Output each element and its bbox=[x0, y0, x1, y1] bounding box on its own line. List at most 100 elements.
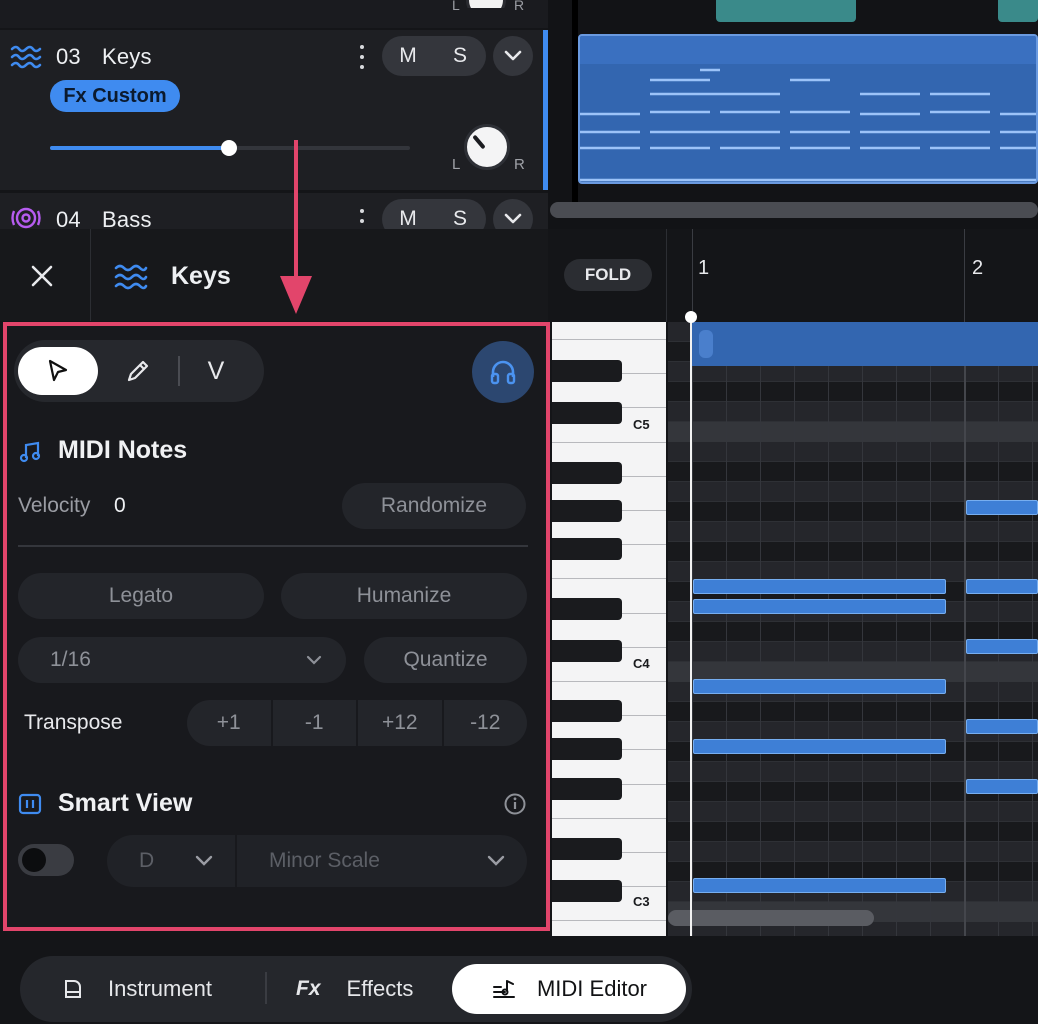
black-key[interactable] bbox=[552, 538, 622, 560]
fx-badge[interactable]: Fx Custom bbox=[50, 80, 180, 112]
grid-bar-line bbox=[964, 322, 966, 936]
volume-slider[interactable] bbox=[50, 140, 410, 156]
waves-icon bbox=[10, 45, 42, 69]
scale-value: Minor Scale bbox=[269, 849, 380, 872]
tab-midi-editor[interactable]: MIDI Editor bbox=[452, 964, 686, 1014]
mute-button[interactable]: M bbox=[382, 199, 434, 229]
randomize-button[interactable]: Randomize bbox=[342, 483, 526, 529]
black-key[interactable] bbox=[552, 360, 622, 382]
midi-note[interactable] bbox=[966, 579, 1038, 594]
black-key[interactable] bbox=[552, 838, 622, 860]
grid-row bbox=[668, 542, 1038, 562]
grid-row bbox=[668, 822, 1038, 842]
keys-clip[interactable] bbox=[578, 34, 1038, 184]
midi-note[interactable] bbox=[966, 639, 1038, 654]
grid-beat-line bbox=[998, 322, 999, 936]
transpose-minus12-button[interactable]: -12 bbox=[444, 700, 528, 746]
pencil-tool-button[interactable] bbox=[114, 350, 162, 392]
scale-select[interactable]: Minor Scale bbox=[237, 835, 527, 887]
solo-button[interactable]: S bbox=[434, 199, 486, 229]
track-expand-button[interactable] bbox=[493, 36, 533, 76]
black-key[interactable] bbox=[552, 462, 622, 484]
midi-note[interactable] bbox=[693, 679, 946, 694]
midi-note[interactable] bbox=[966, 719, 1038, 734]
velocity-value[interactable]: 0 bbox=[114, 494, 126, 518]
pan-knob[interactable] bbox=[464, 124, 510, 170]
grid-beat-line bbox=[828, 322, 829, 936]
divider bbox=[90, 229, 91, 321]
white-key-divider bbox=[552, 818, 666, 819]
mute-button[interactable]: M bbox=[382, 36, 434, 76]
track-header-bass[interactable]: 04 Bass M S bbox=[0, 193, 548, 229]
playhead-marker[interactable] bbox=[685, 311, 697, 323]
grid-row bbox=[668, 522, 1038, 542]
midi-note[interactable] bbox=[693, 599, 946, 614]
grid-row bbox=[668, 442, 1038, 462]
white-key-divider bbox=[552, 339, 666, 340]
midi-note[interactable] bbox=[693, 739, 946, 754]
bar-number: 1 bbox=[698, 257, 710, 279]
grid-row bbox=[668, 482, 1038, 502]
note-grid[interactable] bbox=[668, 322, 1038, 936]
divider bbox=[666, 229, 667, 322]
black-key[interactable] bbox=[552, 402, 622, 424]
clip-teal[interactable] bbox=[998, 0, 1038, 22]
chevron-down-icon bbox=[306, 655, 322, 665]
grid-beat-line bbox=[692, 322, 693, 936]
black-key[interactable] bbox=[552, 880, 622, 902]
arrangement-scrollbar[interactable] bbox=[550, 202, 1038, 218]
bar-1-marker bbox=[692, 229, 693, 322]
grid-scrollbar[interactable] bbox=[668, 910, 874, 926]
black-key[interactable] bbox=[552, 640, 622, 662]
volume-thumb[interactable] bbox=[221, 140, 237, 156]
black-key[interactable] bbox=[552, 500, 622, 522]
chevron-down-icon bbox=[487, 855, 505, 866]
clip-teal[interactable] bbox=[716, 0, 856, 22]
info-icon[interactable] bbox=[503, 792, 527, 816]
track-menu-icon[interactable] bbox=[359, 45, 365, 69]
midi-note[interactable] bbox=[966, 779, 1038, 794]
selection-lane bbox=[692, 322, 1038, 366]
chevron-down-icon bbox=[195, 855, 213, 866]
black-key[interactable] bbox=[552, 778, 622, 800]
grid-value: 1/16 bbox=[50, 648, 91, 671]
close-icon bbox=[31, 265, 53, 287]
legato-button[interactable]: Legato bbox=[18, 573, 264, 619]
black-key[interactable] bbox=[552, 738, 622, 760]
black-key[interactable] bbox=[552, 700, 622, 722]
transpose-plus1-button[interactable]: +1 bbox=[187, 700, 273, 746]
midi-note[interactable] bbox=[966, 500, 1038, 515]
track-expand-button[interactable] bbox=[493, 199, 533, 229]
fold-button[interactable]: FOLD bbox=[564, 259, 652, 291]
transpose-minus1-button[interactable]: -1 bbox=[273, 700, 358, 746]
grid-row bbox=[668, 842, 1038, 862]
midi-note[interactable] bbox=[693, 579, 946, 594]
smart-view-toggle[interactable] bbox=[18, 844, 74, 876]
solo-button[interactable]: S bbox=[434, 36, 486, 76]
transpose-plus12-button[interactable]: +12 bbox=[358, 700, 444, 746]
tab-effects[interactable]: Fx Effects bbox=[296, 966, 413, 1012]
tab-instrument[interactable]: Instrument bbox=[62, 966, 212, 1012]
velocity-tool-button[interactable]: V bbox=[196, 354, 236, 388]
track-name[interactable]: Bass bbox=[102, 207, 152, 229]
instrument-icon bbox=[65, 980, 81, 998]
pan-right-label: R bbox=[514, 0, 525, 13]
track-header-keys[interactable]: 03 Keys Fx Custom M S L R bbox=[0, 30, 548, 190]
lane-handle[interactable] bbox=[699, 330, 713, 358]
quantize-button[interactable]: Quantize bbox=[364, 637, 527, 683]
track-menu-icon[interactable] bbox=[359, 209, 365, 229]
key-select[interactable]: D bbox=[107, 835, 235, 887]
select-tool-button[interactable] bbox=[18, 347, 98, 395]
humanize-button[interactable]: Humanize bbox=[281, 573, 527, 619]
track-name[interactable]: Keys bbox=[102, 44, 152, 70]
key-value: D bbox=[139, 849, 155, 872]
pan-knob-partial[interactable] bbox=[466, 0, 506, 8]
midi-note[interactable] bbox=[693, 878, 946, 893]
grid-row bbox=[668, 802, 1038, 822]
listen-button[interactable] bbox=[472, 341, 534, 403]
grid-select[interactable]: 1/16 bbox=[18, 637, 346, 683]
close-editor-button[interactable] bbox=[22, 259, 62, 293]
white-key-divider bbox=[552, 920, 666, 921]
smart-view-icon bbox=[18, 793, 42, 815]
black-key[interactable] bbox=[552, 598, 622, 620]
